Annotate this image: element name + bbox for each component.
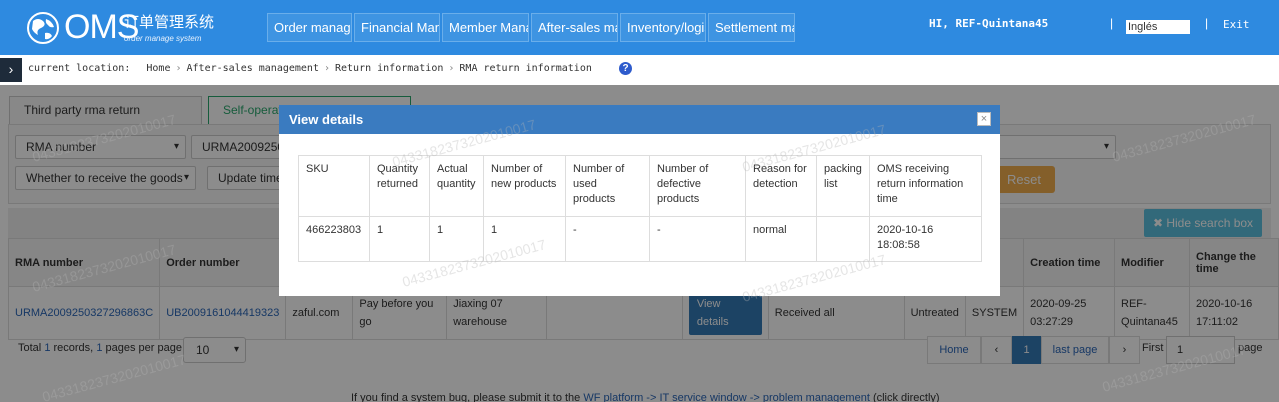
oms-logo[interactable]: OMS 订单管理系统 order manage system [24,8,224,48]
nav-tab-financial[interactable]: Financial Mana [354,13,440,42]
defective-products-cell: - [649,216,746,262]
col-new-products: Number of new products [483,155,566,217]
nav-tab-settlement[interactable]: Settlement mar [708,13,795,42]
breadcrumb-bar: › current location: Home › After-sales man… [0,55,1279,85]
modal-title: View details [279,105,1000,134]
divider: | [1110,16,1114,30]
top-header: OMS 订单管理系统 order manage system Order man… [0,0,1279,55]
chevron-right-icon: › [175,63,182,74]
col-defective-products: Number of defective products [649,155,746,217]
breadcrumb-return-info[interactable]: Return information [335,63,443,74]
nav-tab-after-sales[interactable]: After-sales mar [531,13,618,42]
view-details-modal: View details × SKU Quantity returned Act… [279,105,1000,296]
col-actual-quantity: Actual quantity [429,155,484,217]
language-select[interactable]: Inglés [1126,20,1190,34]
breadcrumb-prefix: current location: [28,63,131,74]
col-oms-receiving-time: OMS receiving return information time [869,155,982,217]
nav-tab-member[interactable]: Member Mana [442,13,529,42]
new-products-cell: 1 [483,216,566,262]
breadcrumb-after-sales[interactable]: After-sales management [187,63,319,74]
exit-link[interactable]: Exit [1223,18,1250,31]
nav-tab-inventory[interactable]: Inventory/logis [620,13,706,42]
packing-list-cell [816,216,870,262]
col-quantity-returned: Quantity returned [369,155,430,217]
divider: | [1205,16,1209,30]
table-row: 466223803 1 1 1 - - normal 2020-10-16 18… [298,216,982,262]
details-header-row: SKU Quantity returned Actual quantity Nu… [298,155,982,217]
quantity-returned-cell: 1 [369,216,430,262]
sidebar-toggle-icon[interactable]: › [0,58,22,82]
help-icon[interactable]: ? [619,62,632,75]
col-packing-list: packing list [816,155,870,217]
logo-subtitle: order manage system [124,34,202,43]
sku-cell: 466223803 [298,216,370,262]
breadcrumb-home[interactable]: Home [146,63,170,74]
logo-chinese: 订单管理系统 [124,14,215,31]
details-table: SKU Quantity returned Actual quantity Nu… [298,155,982,262]
breadcrumb-rma-return: RMA return information [459,63,592,74]
col-reason-detection: Reason for detection [745,155,817,217]
close-icon[interactable]: × [977,112,991,126]
nav-tab-order[interactable]: Order manager [267,13,352,42]
col-sku: SKU [298,155,370,217]
actual-quantity-cell: 1 [429,216,484,262]
used-products-cell: - [565,216,650,262]
reason-cell: normal [745,216,817,262]
user-greeting: HI, REF-Quintana45 [929,17,1049,30]
col-used-products: Number of used products [565,155,650,217]
globe-icon [27,12,59,44]
receiving-time-cell: 2020-10-16 18:08:58 [869,216,982,262]
chevron-right-icon: › [448,63,455,74]
breadcrumb: current location: Home › After-sales manag… [28,63,592,74]
chevron-right-icon: › [323,63,330,74]
